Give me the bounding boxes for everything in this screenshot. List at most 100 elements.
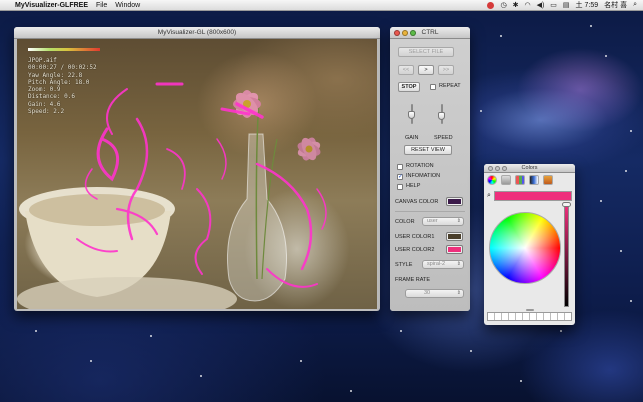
- star: [35, 330, 37, 332]
- volume-icon[interactable]: ◀): [537, 1, 545, 9]
- stop-button[interactable]: STOP: [398, 82, 420, 92]
- style-value: spiral-2: [427, 261, 446, 267]
- color-mode-select[interactable]: user ⇕: [422, 217, 464, 226]
- brightness-slider[interactable]: [564, 204, 569, 307]
- star: [560, 330, 562, 332]
- visualizer-stroke: [316, 188, 327, 230]
- minimize-button[interactable]: [495, 166, 500, 171]
- info-yaw: Yaw Angle: 22.8: [28, 71, 83, 79]
- style-select[interactable]: spiral-2 ⇕: [422, 260, 464, 269]
- resize-grip[interactable]: [526, 309, 534, 311]
- reset-view-button[interactable]: RESET VIEW: [404, 145, 452, 155]
- menu-clock[interactable]: 土 7:59: [576, 0, 599, 10]
- play-button[interactable]: >: [418, 65, 434, 75]
- select-arrows-icon: ⇕: [456, 218, 461, 224]
- ctrl-titlebar[interactable]: CTRL: [390, 27, 470, 39]
- star: [150, 335, 152, 337]
- close-button[interactable]: [394, 30, 400, 36]
- visualizer-titlebar[interactable]: MyVisualizer-GL (800x600): [14, 27, 380, 39]
- rotation-checkbox[interactable]: [397, 164, 403, 170]
- color-wheel-tab-icon[interactable]: [487, 175, 497, 185]
- repeat-checkbox[interactable]: [430, 84, 436, 90]
- colors-current-row: ⌕: [487, 190, 572, 201]
- ctrl-body: SELECT FILE << > >> STOP REPEAT GAIN SPE…: [390, 39, 470, 311]
- frame-rate-label: FRAME RATE: [395, 277, 431, 283]
- visualizer-canvas[interactable]: JPOP.aif 00:00:27 / 00:02:52 Yaw Angle: …: [17, 39, 377, 309]
- brightness-slider-knob[interactable]: [562, 202, 571, 207]
- user-color2-well[interactable]: [446, 245, 463, 254]
- star: [480, 110, 482, 112]
- info-distance: Distance: 0.6: [28, 93, 75, 101]
- color-sliders-tab-icon[interactable]: [501, 175, 511, 185]
- infomation-checkbox[interactable]: ✓: [397, 174, 403, 180]
- visualizer-stroke: [216, 138, 227, 180]
- spotlight-icon[interactable]: ⌕: [633, 1, 637, 9]
- zoom-button[interactable]: [410, 30, 416, 36]
- star: [350, 390, 352, 392]
- star: [90, 360, 92, 362]
- current-color-swatch[interactable]: [493, 190, 572, 201]
- star: [605, 55, 607, 57]
- star: [520, 380, 522, 382]
- star: [630, 130, 632, 132]
- select-arrows-icon: ⇕: [456, 290, 461, 296]
- star: [625, 170, 627, 172]
- menu-user[interactable]: 名村 喜: [604, 0, 627, 10]
- ctrl-title: CTRL: [421, 29, 439, 36]
- crayons-tab-icon[interactable]: [543, 175, 553, 185]
- speed-label: SPEED: [434, 135, 453, 141]
- star: [620, 250, 622, 252]
- bluetooth-icon[interactable]: ✱: [513, 1, 519, 9]
- visualizer-title: MyVisualizer-GL (800x600): [157, 29, 237, 36]
- info-speed: Speed: 2.2: [28, 108, 65, 116]
- select-file-button[interactable]: SELECT FILE: [398, 47, 454, 57]
- menu-file[interactable]: File: [96, 0, 107, 11]
- zoom-button[interactable]: [502, 166, 507, 171]
- visualizer-window: MyVisualizer-GL (800x600) JPOP.aif 00:00…: [14, 27, 380, 311]
- next-button[interactable]: >>: [438, 65, 454, 75]
- menu-bar: MyVisualizer-GLFREE File Window ◷ ✱ ◠ ◀)…: [0, 0, 643, 11]
- select-arrows-icon: ⇕: [456, 261, 461, 267]
- color-label: COLOR: [395, 219, 415, 225]
- visualizer-stroke: [96, 127, 120, 182]
- divider: [395, 211, 465, 212]
- info-overlay: JPOP.aif 00:00:27 / 00:02:52 Yaw Angle: …: [28, 57, 97, 115]
- color-palettes-tab-icon[interactable]: [515, 175, 525, 185]
- battery-icon[interactable]: ▭: [550, 1, 557, 9]
- gain-slider-knob[interactable]: [408, 111, 415, 119]
- star: [470, 350, 472, 352]
- style-label: STYLE: [395, 262, 413, 268]
- help-label: HELP: [406, 183, 421, 189]
- minimize-button[interactable]: [402, 30, 408, 36]
- user-color1-well[interactable]: [446, 232, 463, 241]
- colors-panel: Colors ⌕: [484, 164, 575, 325]
- magnifier-icon[interactable]: ⌕: [487, 192, 491, 200]
- colors-titlebar[interactable]: Colors: [484, 164, 575, 173]
- canvas-color-well[interactable]: [446, 197, 463, 206]
- visualizer-stroke: [194, 188, 212, 275]
- menu-app-name[interactable]: MyVisualizer-GLFREE: [15, 0, 88, 11]
- color-swatches[interactable]: [487, 312, 572, 321]
- info-time: 00:00:27 / 00:02:52: [28, 64, 97, 72]
- input-method-icon[interactable]: ▤: [563, 1, 570, 9]
- close-button[interactable]: [488, 166, 493, 171]
- rotation-label: ROTATION: [406, 163, 434, 169]
- star: [300, 360, 302, 362]
- timemachine-icon[interactable]: ◷: [500, 1, 506, 9]
- help-checkbox[interactable]: [397, 184, 403, 190]
- info-gain: Gain: 4.6: [28, 100, 61, 108]
- prev-button[interactable]: <<: [398, 65, 414, 75]
- menu-window[interactable]: Window: [115, 0, 140, 11]
- star: [200, 375, 202, 377]
- wifi-icon[interactable]: ◠: [524, 1, 530, 9]
- status-app-icon[interactable]: [487, 1, 495, 9]
- frame-rate-select[interactable]: 30 ⇕: [405, 289, 464, 298]
- speed-slider-knob[interactable]: [438, 112, 445, 120]
- color-wheel[interactable]: [489, 212, 561, 284]
- user-color1-label: USER COLOR1: [395, 234, 435, 240]
- audio-level-bar: [28, 48, 100, 51]
- repeat-label: REPEAT: [439, 83, 461, 89]
- star: [600, 200, 602, 202]
- infomation-label: INFOMATION: [406, 173, 441, 179]
- image-palettes-tab-icon[interactable]: [529, 175, 539, 185]
